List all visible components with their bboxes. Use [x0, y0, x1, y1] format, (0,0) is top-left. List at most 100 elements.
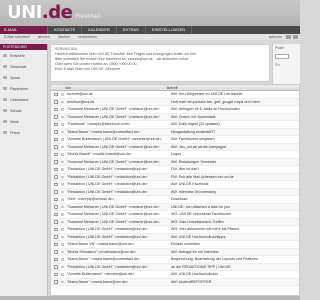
folder-papierkorb[interactable]: Papierkorb: [0, 83, 47, 94]
envelope-icon: [60, 138, 64, 141]
row-checkbox[interactable]: [54, 235, 58, 239]
trash-icon: [3, 87, 7, 90]
table-row[interactable]: "Redaktion | UNI.DE GmbH" <redaktion@uni…: [51, 181, 299, 189]
row-checkbox[interactable]: [54, 242, 58, 246]
row-subject: an die REDAKTIONS TIPP | UNI.DE: [171, 264, 231, 269]
folder-icon: [3, 109, 7, 112]
row-from: "Redaktion | UNI.DE GmbH" <redaktion@uni…: [67, 234, 148, 239]
table-row[interactable]: "Susanne Meissner | UNI.DE GmbH" <meisne…: [51, 158, 299, 166]
table-row[interactable]: "Maria Baum" <maria.baum@uni.de> AW: stud…: [51, 278, 299, 286]
table-row[interactable]: "Susanne Meissner | UNI.DE GmbH" <meisne…: [51, 203, 299, 211]
folder-spam[interactable]: Spam: [0, 72, 47, 83]
row-checkbox[interactable]: [54, 115, 58, 119]
table-row[interactable]: "Susanne Meissner | UNI.DE GmbH" <meisne…: [51, 211, 299, 219]
folder-work[interactable]: Work: [0, 116, 47, 127]
tab-extras[interactable]: EXTRAS: [117, 26, 146, 34]
table-row[interactable]: "Maria Baum" <maria.baum@comedfact.de> Be…: [51, 256, 299, 264]
row-checkbox[interactable]: [54, 257, 58, 261]
table-row[interactable]: "Redaktion | UNI.DE GmbH" <redaktion@uni…: [51, 188, 299, 196]
options-button[interactable]: optionen: [265, 35, 286, 39]
row-checkbox[interactable]: [54, 107, 58, 111]
table-row[interactable]: "Susanne Meissner | UNI.DE GmbH" <meisne…: [51, 113, 299, 121]
row-checkbox[interactable]: [54, 160, 58, 164]
row-checkbox[interactable]: [54, 100, 58, 104]
mail-rows: lochmfr@uni.de AW: Neu Wegweiser zu UNI.D…: [51, 91, 299, 286]
row-checkbox[interactable]: [54, 152, 58, 156]
row-checkbox[interactable]: [54, 92, 58, 96]
table-row[interactable]: "Facebook" <noreply@facebook.com> AW: Dai…: [51, 121, 299, 129]
mail-toolbar: E-Mail schreiben abrufen löschen verschi…: [0, 34, 300, 40]
row-checkbox[interactable]: [54, 190, 58, 194]
row-from: "Susanne Meissner | UNI.DE GmbH" <meisne…: [67, 144, 160, 149]
table-row[interactable]: "Redaktion | UNI.DE GmbH" <redaktion@uni…: [51, 233, 299, 241]
table-row[interactable]: "Redaktion | UNI.DE GmbH" <redaktion@uni…: [51, 226, 299, 234]
table-row[interactable]: "Annette Butterdasch" <annette@uni.de> AW…: [51, 271, 299, 279]
row-subject: Logos: [171, 152, 182, 157]
mailbox-info-title: Postf: [275, 46, 284, 50]
fetch-button[interactable]: abrufen: [34, 35, 54, 39]
layout-toggle-icon[interactable]: [293, 35, 298, 39]
table-row[interactable]: "Annette Butterdasch | UNI.DE GmbH" <ann…: [51, 136, 299, 144]
table-row[interactable]: "Redaktion | UNI.DE GmbH" <redaktion@uni…: [51, 173, 299, 181]
row-subject: AW: Jan_uni.de werbe-kampagne: [171, 144, 227, 149]
main-nav: E-MAIL KONTAKTE KALENDER EXTRAS EINSTELL…: [0, 26, 300, 34]
folder-gesendet[interactable]: Gesendet: [0, 61, 47, 72]
row-subject: AW: UNI.DE Facebook: [171, 182, 209, 187]
row-checkbox[interactable]: [54, 205, 58, 209]
row-checkbox[interactable]: [54, 227, 58, 231]
row-checkbox[interactable]: [54, 250, 58, 254]
row-from: "Maria Baum VN" <maria.baum@uni.de>: [67, 242, 135, 247]
footer-bar: [0, 296, 300, 300]
compose-button[interactable]: E-Mail schreiben: [0, 35, 34, 39]
envelope-icon: [60, 145, 64, 148]
folder-unbekannt[interactable]: Unbekannt: [0, 94, 47, 105]
row-checkbox[interactable]: [54, 220, 58, 224]
table-row[interactable]: "Susanne Meissner | UNI.DE GmbH" <meisne…: [51, 143, 299, 151]
envelope-icon: [60, 190, 64, 193]
folder-schule[interactable]: Schule: [0, 105, 47, 116]
row-from: "Moritz Brandl" <moritz.brandl@uni.de>: [67, 152, 132, 157]
view-toggle-icon[interactable]: [286, 35, 291, 39]
tab-email[interactable]: E-MAIL: [0, 26, 48, 34]
row-checkbox[interactable]: [54, 212, 58, 216]
logo-text: UNI: [7, 2, 42, 23]
mail-list: Von Betreff lochmfr@uni.de AW: Neu Wegwei…: [50, 84, 300, 296]
logo[interactable]: UNI.de FreeMail: [7, 2, 100, 23]
folder-label: Papierkorb: [10, 86, 29, 91]
row-checkbox[interactable]: [54, 265, 58, 269]
tab-einstellungen[interactable]: EINSTELLUNGEN: [146, 26, 193, 34]
envelope-icon: [60, 93, 64, 96]
table-row[interactable]: "Susanne Meissner | UNI.DE GmbH" <meisne…: [51, 106, 299, 114]
envelope-icon: [60, 243, 64, 246]
table-row[interactable]: lochmfr@uni.de AW: Neu Wegweiser zu UNI.D…: [51, 91, 299, 99]
row-checkbox[interactable]: [54, 122, 58, 126]
table-row[interactable]: minilove@uni.de Hott mail mit youtube lin…: [51, 98, 299, 106]
row-checkbox[interactable]: [54, 272, 58, 276]
row-checkbox[interactable]: [54, 137, 58, 141]
table-row[interactable]: "Redaktion | UNI.DE GmbH" <redaktion@uni…: [51, 166, 299, 174]
table-row[interactable]: "Seb" <noreply@unimail.de> Download: [51, 196, 299, 204]
table-row[interactable]: "Maria Baum VN" <maria.baum@uni.de> Einla…: [51, 241, 299, 249]
table-row[interactable]: "Moritz Simulacro" <m.simulacro@uni.de> A…: [51, 248, 299, 256]
column-header-subject[interactable]: Betreff: [167, 85, 299, 90]
column-header-from[interactable]: Von: [51, 85, 167, 90]
row-checkbox[interactable]: [54, 182, 58, 186]
row-checkbox[interactable]: [54, 167, 58, 171]
tab-kontakte[interactable]: KONTAKTE: [48, 26, 83, 34]
row-checkbox[interactable]: [54, 130, 58, 134]
move-button[interactable]: verschieben: [74, 35, 101, 39]
folder-entwuerfe[interactable]: Entwürfe: [0, 50, 47, 61]
row-subject: Download: [171, 197, 188, 202]
row-checkbox[interactable]: [54, 197, 58, 201]
table-row[interactable]: "Susanne Meissner | UNI.DE GmbH" <meisne…: [51, 218, 299, 226]
envelope-icon: [60, 198, 64, 201]
row-checkbox[interactable]: [54, 145, 58, 149]
row-checkbox[interactable]: [54, 280, 58, 284]
table-row[interactable]: "Maria Baum" <maria.baum@comedfact.de> Ne…: [51, 128, 299, 136]
row-checkbox[interactable]: [54, 175, 58, 179]
delete-button[interactable]: löschen: [54, 35, 74, 39]
table-row[interactable]: "Redaktion | UNI.DE GmbH" <redaktion@uni…: [51, 263, 299, 271]
folder-privat[interactable]: Privat: [0, 127, 47, 138]
table-row[interactable]: "Moritz Brandl" <moritz.brandl@uni.de> Lo…: [51, 151, 299, 159]
tab-kalender[interactable]: KALENDER: [82, 26, 117, 34]
